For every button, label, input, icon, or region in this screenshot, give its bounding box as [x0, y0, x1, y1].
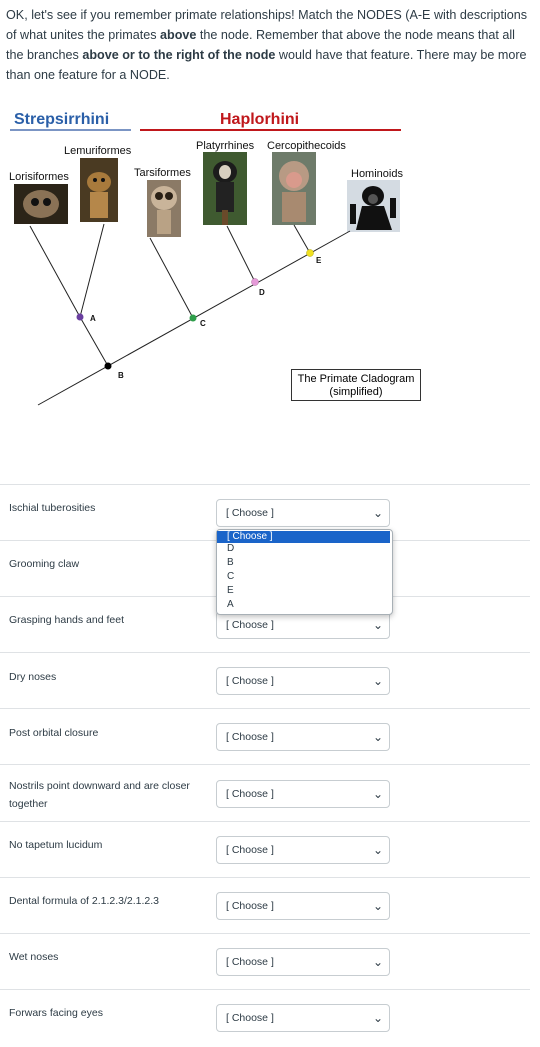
- question-label: Post orbital closure: [9, 727, 99, 739]
- question-label: Forwars facing eyes: [9, 1007, 103, 1019]
- answer-select[interactable]: [ Choose ] ⌄: [216, 667, 390, 695]
- platyrrhine-photo: [203, 152, 247, 225]
- dropdown-option[interactable]: A: [217, 599, 390, 611]
- node-a-dot: [76, 313, 84, 321]
- chevron-down-icon: ⌄: [372, 1011, 383, 1025]
- question-row: Post orbital closure [ Choose ] ⌄: [0, 708, 530, 765]
- dropdown-option[interactable]: [ Choose ]: [217, 531, 390, 543]
- question-label: No tapetum lucidum: [9, 839, 103, 851]
- answer-select[interactable]: [ Choose ] ⌄: [216, 836, 390, 864]
- question-label: Dry noses: [9, 671, 57, 683]
- select-value: [ Choose ]: [226, 1012, 274, 1024]
- chevron-down-icon: ⌄: [372, 674, 383, 688]
- chevron-down-icon: ⌄: [372, 506, 383, 520]
- question-label: Wet noses: [9, 951, 59, 963]
- select-value: [ Choose ]: [226, 507, 274, 519]
- dropdown-option[interactable]: E: [217, 585, 390, 597]
- question-row: Dry noses [ Choose ] ⌄: [0, 652, 530, 709]
- chevron-down-icon: ⌄: [372, 618, 383, 632]
- node-c-label: C: [200, 319, 206, 328]
- dropdown-options-list: [ Choose ] D B C E A: [216, 529, 393, 615]
- answer-select[interactable]: [ Choose ] ⌄: [216, 780, 390, 808]
- caption-line-2: (simplified): [329, 386, 383, 398]
- taxon-platyrrhines: Platyrrhines: [196, 140, 255, 152]
- select-value: [ Choose ]: [226, 844, 274, 856]
- hominoid-photo: [347, 180, 400, 232]
- answer-select[interactable]: [ Choose ] ⌄: [216, 723, 390, 751]
- dropdown-option[interactable]: B: [217, 557, 390, 569]
- node-d-dot: [251, 278, 259, 286]
- dropdown-option[interactable]: C: [217, 571, 390, 583]
- node-e-label: E: [316, 256, 322, 265]
- question-label: Ischial tuberosities: [9, 502, 96, 514]
- answer-select[interactable]: [ Choose ] ⌄: [216, 611, 390, 639]
- chevron-down-icon: ⌄: [372, 955, 383, 969]
- question-label: Nostrils point downward and are closer t…: [9, 780, 190, 810]
- select-value: [ Choose ]: [226, 788, 274, 800]
- select-value: [ Choose ]: [226, 731, 274, 743]
- question-label: Grasping hands and feet: [9, 614, 124, 626]
- select-value: [ Choose ]: [226, 956, 274, 968]
- chevron-down-icon: ⌄: [372, 899, 383, 913]
- instructions-bold-above: above: [160, 28, 197, 42]
- answer-select[interactable]: [ Choose ] ⌄: [216, 948, 390, 976]
- select-value: [ Choose ]: [226, 900, 274, 912]
- question-label: Dental formula of 2.1.2.3/2.1.2.3: [9, 895, 160, 907]
- question-row: Nostrils point downward and are closer t…: [0, 764, 530, 822]
- select-value: [ Choose ]: [226, 619, 274, 631]
- taxon-lemuriformes: Lemuriformes: [64, 145, 132, 157]
- answer-select[interactable]: [ Choose ] ⌄: [216, 499, 390, 527]
- lemur-photo: [80, 158, 118, 222]
- taxon-cercopithecoids: Cercopithecoids: [267, 140, 346, 152]
- node-e-dot: [306, 249, 314, 257]
- question-row: Wet noses [ Choose ] ⌄: [0, 933, 530, 990]
- dropdown-option[interactable]: D: [217, 543, 390, 555]
- loris-photo: [14, 184, 68, 224]
- taxon-lorisiformes: Lorisiformes: [9, 171, 69, 183]
- node-a-label: A: [90, 314, 96, 323]
- chevron-down-icon: ⌄: [372, 843, 383, 857]
- caption-line-1: The Primate Cladogram: [297, 373, 415, 385]
- cladogram-figure: Strepsirrhini Haplorhini Lorisiformes Le…: [9, 111, 403, 406]
- question-row: Dental formula of 2.1.2.3/2.1.2.3 [ Choo…: [0, 877, 530, 934]
- cercopithecoid-photo: [272, 152, 316, 225]
- question-label: Grooming claw: [9, 558, 80, 570]
- node-d-label: D: [259, 288, 265, 297]
- taxon-hominoids: Hominoids: [351, 168, 403, 180]
- answer-select[interactable]: [ Choose ] ⌄: [216, 1004, 390, 1032]
- tarsier-photo: [147, 180, 181, 237]
- question-row: No tapetum lucidum [ Choose ] ⌄: [0, 821, 530, 878]
- cladogram-caption: The Primate Cladogram (simplified): [291, 369, 421, 401]
- node-c-dot: [189, 314, 197, 322]
- group-strepsirrhini: Strepsirrhini: [14, 111, 109, 128]
- chevron-down-icon: ⌄: [372, 730, 383, 744]
- instructions-bold-right: above or to the right of the node: [82, 48, 276, 62]
- taxon-tarsiformes: Tarsiformes: [134, 167, 191, 179]
- chevron-down-icon: ⌄: [372, 787, 383, 801]
- select-value: [ Choose ]: [226, 675, 274, 687]
- question-row: Forwars facing eyes [ Choose ] ⌄: [0, 989, 530, 1047]
- group-haplorhini: Haplorhini: [220, 111, 299, 128]
- instructions: OK, let's see if you remember primate re…: [6, 5, 534, 85]
- node-b-dot: [104, 362, 112, 370]
- answer-select[interactable]: [ Choose ] ⌄: [216, 892, 390, 920]
- node-b-label: B: [118, 371, 124, 380]
